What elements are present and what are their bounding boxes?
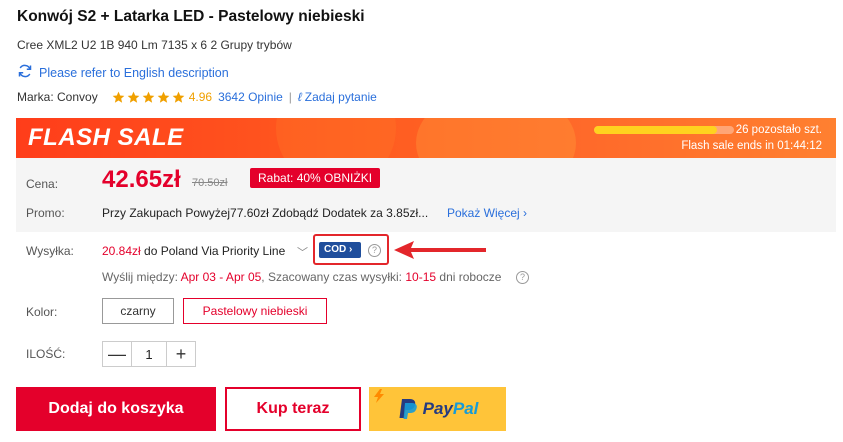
estimate-days: 10-15 [405,270,437,284]
flash-sale-banner: FLASH SALE 26 pozostało szt. Flash sale … [16,118,836,158]
quantity-stepper: — 1 + [102,341,196,367]
paypal-pay-label: Pay [422,399,453,418]
english-description-link[interactable]: Please refer to English description [17,63,229,82]
price-label: Cena: [26,177,59,191]
product-title: Konwój S2 + Latarka LED - Pastelowy nieb… [17,8,365,25]
add-to-cart-button[interactable]: Dodaj do koszyka [16,387,216,431]
promo-more-link[interactable]: Pokaż Więcej › [447,206,527,220]
promo-label: Promo: [26,206,65,220]
reviews-link[interactable]: 3642 Opinie [218,90,283,104]
quantity-decrease-button[interactable]: — [103,342,131,366]
brand-label: Marka: Convoy [17,90,98,104]
estimate-suffix: dni robocze [439,270,502,284]
old-price: 70.50zł [192,177,228,189]
color-option-black[interactable]: czarny [102,298,174,324]
rating-stars [112,91,185,104]
shipping-date-range: Apr 03 - Apr 05 [180,270,262,284]
buy-now-button[interactable]: Kup teraz [225,387,361,431]
quantity-input[interactable]: 1 [131,342,167,366]
question-circle-icon[interactable]: ? [368,244,381,257]
quantity-label: ILOŚĆ: [26,347,66,361]
star-icon [172,91,185,103]
refresh-icon [17,63,33,82]
chevron-right-icon: › [523,206,528,220]
red-arrow-icon [394,241,486,259]
discount-badge: Rabat: 40% OBNIŻKI [250,168,381,188]
ask-question-label: Zadaj pytanie [304,90,377,104]
ask-question-link[interactable]: ℓ Zadaj pytanie [298,90,377,104]
shipping-date: Wyślij między: Apr 03 - Apr 05, Szacowan… [102,270,501,284]
question-circle-icon[interactable]: ? [516,271,529,284]
color-option-pastel-blue[interactable]: Pastelowy niebieski [183,298,327,324]
price-box: Cena: 42.65zł 70.50zł Rabat: 40% OBNIŻKI… [16,158,836,232]
current-price: 42.65zł [102,166,181,193]
star-icon [127,91,140,103]
pen-icon: ℓ [297,90,302,104]
quantity-increase-button[interactable]: + [167,342,195,366]
brand-rating-row: Marka: Convoy 4.96 3642 Opinie | ℓ Zadaj… [17,90,377,104]
shipping-destination: do Poland Via Priority Line [144,244,286,258]
product-subtitle: Cree XML2 U2 1B 940 Lm 7135 x 6 2 Grupy … [17,38,292,52]
flash-sale-countdown: Flash sale ends in 01:44:12 [681,140,822,152]
paypal-button[interactable]: PayPal [369,387,506,431]
promo-more-label: Pokaż Więcej [447,206,520,220]
estimate-prefix: , Szacowany czas wysyłki: [261,270,403,284]
flash-sale-progress-fill [594,126,718,134]
cod-badge[interactable]: COD › [319,242,361,258]
star-icon [142,91,155,103]
cod-label: COD [324,244,347,255]
paypal-logo-icon [399,399,417,419]
flash-sale-items-left: 26 pozostało szt. [735,124,822,136]
color-label: Kolor: [26,305,58,319]
rating-value: 4.96 [188,90,213,104]
shipping-price: 20.84zł [102,244,141,258]
shipping-label: Wysyłka: [26,244,74,258]
flash-icon [374,389,384,403]
shipping-date-prefix: Wyślij między: [102,270,178,284]
separator: | [288,90,292,104]
flash-sale-progress [594,126,734,134]
promo-text: Przy Zakupach Powyżej77.60zł Zdobądź Dod… [102,206,429,220]
chevron-right-icon: › [349,244,353,255]
english-description-label: Please refer to English description [39,65,229,80]
star-icon [157,91,170,103]
star-icon [112,91,125,103]
shipping-info: 20.84zł do Poland Via Priority Line [102,244,285,258]
chevron-down-icon[interactable]: ﹀ [297,244,308,260]
flash-sale-title: FLASH SALE [28,124,184,151]
paypal-pal-label: Pal [452,399,479,418]
